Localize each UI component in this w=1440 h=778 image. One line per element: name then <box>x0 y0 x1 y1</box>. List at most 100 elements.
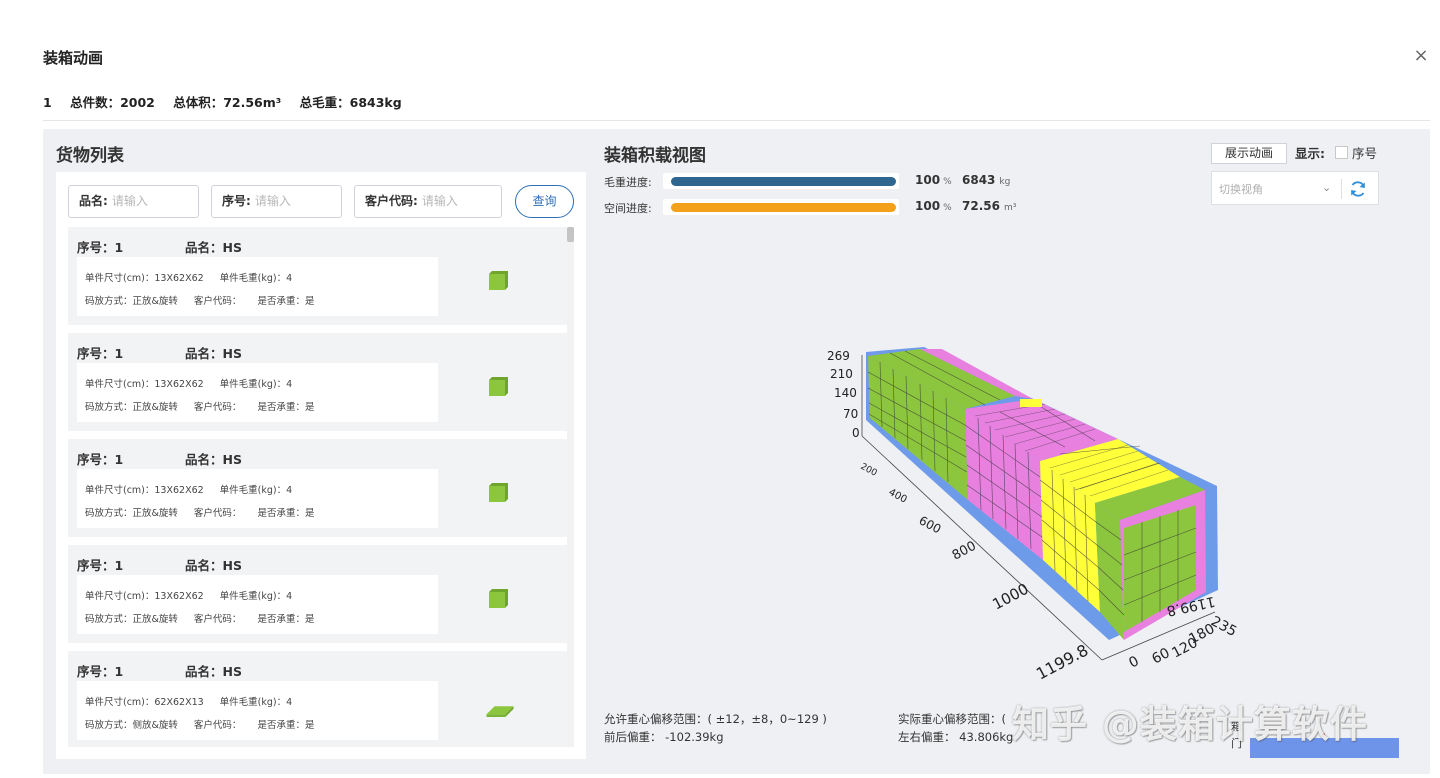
goods-bearing: 是否承重：是 <box>257 614 315 625</box>
height-tick: 70 <box>843 407 858 421</box>
goods-bearing: 是否承重：是 <box>257 402 315 413</box>
summary-total-pieces: 总件数：2002 <box>70 95 155 110</box>
goods-customer: 客户代码： <box>193 614 242 625</box>
goods-seq: 序号：1 <box>77 452 124 467</box>
goods-customer: 客户代码： <box>193 508 242 519</box>
watermark: 知乎 @装箱计算软件 <box>1012 703 1368 746</box>
weight-progress-label: 毛重进度: <box>604 176 652 189</box>
height-tick: 140 <box>834 386 857 400</box>
customer-code-filter-label: 客户代码: <box>365 194 418 208</box>
goods-bearing: 是否承重：是 <box>257 296 315 307</box>
weight-progress-value: 6843 kg <box>962 173 1011 187</box>
space-progress-value: 72.56 m³ <box>962 199 1017 213</box>
dialog-title: 装箱动画 <box>43 49 104 67</box>
seq-filter-input[interactable]: 序号: 请输入 <box>211 185 342 218</box>
list-scrollbar-thumb[interactable] <box>567 227 574 242</box>
cube-icon <box>489 589 508 608</box>
goods-card[interactable]: 序号：1 品名：HS 单件尺寸(cm)：13X62X62 单件毛重(kg)：4 码放… <box>68 439 567 537</box>
goods-size: 单件尺寸(cm)：13X62X62 <box>85 379 204 390</box>
goods-seq: 序号：1 <box>77 240 124 255</box>
goods-card[interactable]: 序号：1 品名：HS 单件尺寸(cm)：13X62X62 单件毛重(kg)：4 码放… <box>68 227 567 325</box>
goods-bearing: 是否承重：是 <box>257 720 315 731</box>
length-tick: 1000 <box>989 580 1031 614</box>
goods-seq: 序号：1 <box>77 664 124 679</box>
goods-detail: 单件尺寸(cm)：13X62X62 单件毛重(kg)：4 码放方式：正放&旋转 客户… <box>77 363 438 422</box>
goods-placement: 码放方式：正放&旋转 <box>85 508 178 519</box>
name-filter-label: 品名: <box>79 194 108 208</box>
goods-detail: 单件尺寸(cm)：13X62X62 单件毛重(kg)：4 码放方式：正放&旋转 客户… <box>77 575 438 634</box>
loading-view-title: 装箱积载视图 <box>604 146 706 166</box>
goods-weight: 单件毛重(kg)：4 <box>219 591 293 602</box>
chevron-down-icon[interactable]: ⌄ <box>1322 181 1331 194</box>
goods-seq: 序号：1 <box>77 558 124 573</box>
flat-box-icon <box>486 706 514 717</box>
goods-name: 品名：HS <box>185 346 242 361</box>
goods-bearing: 是否承重：是 <box>257 508 315 519</box>
container-3d-view[interactable]: 269 210 140 70 0 200 400 600 800 1000 11… <box>604 230 1394 700</box>
goods-seq: 序号：1 <box>77 346 124 361</box>
close-icon[interactable]: × <box>1412 47 1430 65</box>
length-tick: 200 <box>859 462 879 479</box>
goods-name: 品名：HS <box>185 558 242 573</box>
goods-card[interactable]: 序号：1 品名：HS 单件尺寸(cm)：62X62X13 单件毛重(kg)：4 码放… <box>68 651 567 747</box>
seq-filter-label: 序号: <box>222 194 251 208</box>
name-filter-placeholder: 请输入 <box>111 194 148 208</box>
summary-total-weight: 总毛重：6843kg <box>299 95 402 110</box>
goods-weight: 单件毛重(kg)：4 <box>219 273 293 284</box>
seq-filter-placeholder: 请输入 <box>254 194 291 208</box>
customer-code-filter-placeholder: 请输入 <box>421 194 458 208</box>
goods-size: 单件尺寸(cm)：13X62X62 <box>85 591 204 602</box>
length-tick: 600 <box>917 513 944 536</box>
weight-progress-percent: 100% <box>915 173 952 187</box>
goods-list: 序号：1 品名：HS 单件尺寸(cm)：13X62X62 单件毛重(kg)：4 码放… <box>68 227 567 747</box>
front-back-bias: 前后偏重： -102.39kg <box>604 730 724 744</box>
height-axis-labels: 269 210 140 70 0 <box>827 349 860 440</box>
show-animation-button[interactable]: 展示动画 <box>1211 143 1287 164</box>
goods-customer: 客户代码： <box>193 720 242 731</box>
goods-customer: 客户代码： <box>193 296 242 307</box>
length-tick: 1199.8 <box>1033 640 1091 683</box>
goods-card[interactable]: 序号：1 品名：HS 单件尺寸(cm)：13X62X62 单件毛重(kg)：4 码放… <box>68 545 567 643</box>
refresh-icon[interactable] <box>1348 179 1368 199</box>
goods-placement: 码放方式：侧放&旋转 <box>85 720 178 731</box>
goods-weight: 单件毛重(kg)：4 <box>219 485 293 496</box>
goods-size: 单件尺寸(cm)：62X62X13 <box>85 697 204 708</box>
goods-card[interactable]: 序号：1 品名：HS 单件尺寸(cm)：13X62X62 单件毛重(kg)：4 码放… <box>68 333 567 431</box>
view-angle-select[interactable]: 切换视角 ⌄ <box>1211 171 1379 205</box>
goods-customer: 客户代码： <box>193 402 242 413</box>
customer-code-filter-input[interactable]: 客户代码: 请输入 <box>354 185 502 218</box>
goods-list-title: 货物列表 <box>56 146 124 166</box>
summary-total-volume: 总体积：72.56m³ <box>173 95 282 110</box>
summary-bar: 1 总件数：2002 总体积：72.56m³ 总毛重：6843kg <box>43 92 416 111</box>
length-tick: 400 <box>887 487 909 506</box>
weight-progress-bar <box>671 177 896 186</box>
actual-offset-range: 实际重心偏移范围：( <box>898 712 1006 726</box>
goods-size: 单件尺寸(cm)：13X62X62 <box>85 485 204 496</box>
goods-placement: 码放方式：正放&旋转 <box>85 614 178 625</box>
height-tick: 269 <box>827 349 850 363</box>
goods-name: 品名：HS <box>185 664 242 679</box>
goods-size: 单件尺寸(cm)：13X62X62 <box>85 273 204 284</box>
cube-icon <box>489 483 508 502</box>
cube-icon <box>489 377 508 396</box>
list-scrollbar[interactable] <box>567 227 574 747</box>
width-tick: 0 <box>1126 653 1141 671</box>
query-button[interactable]: 查询 <box>515 185 574 218</box>
goods-name: 品名：HS <box>185 240 242 255</box>
seq-checkbox-label[interactable]: 序号 <box>1352 143 1377 162</box>
view-angle-placeholder: 切换视角 <box>1219 183 1263 196</box>
seq-checkbox[interactable] <box>1335 146 1348 159</box>
height-tick: 0 <box>852 426 860 440</box>
space-progress-bar <box>671 203 896 212</box>
space-progress-percent: 100% <box>915 199 952 213</box>
left-right-bias: 左右偏重： 43.806kg <box>898 730 1014 744</box>
length-tick: 800 <box>950 539 979 564</box>
goods-weight: 单件毛重(kg)：4 <box>219 379 293 390</box>
height-tick: 210 <box>830 367 853 381</box>
goods-detail: 单件尺寸(cm)：62X62X13 单件毛重(kg)：4 码放方式：侧放&旋转 客户… <box>77 681 438 740</box>
goods-placement: 码放方式：正放&旋转 <box>85 296 178 307</box>
space-progress-label: 空间进度: <box>604 202 652 215</box>
cube-icon <box>489 271 508 290</box>
name-filter-input[interactable]: 品名: 请输入 <box>68 185 199 218</box>
goods-name: 品名：HS <box>185 452 242 467</box>
